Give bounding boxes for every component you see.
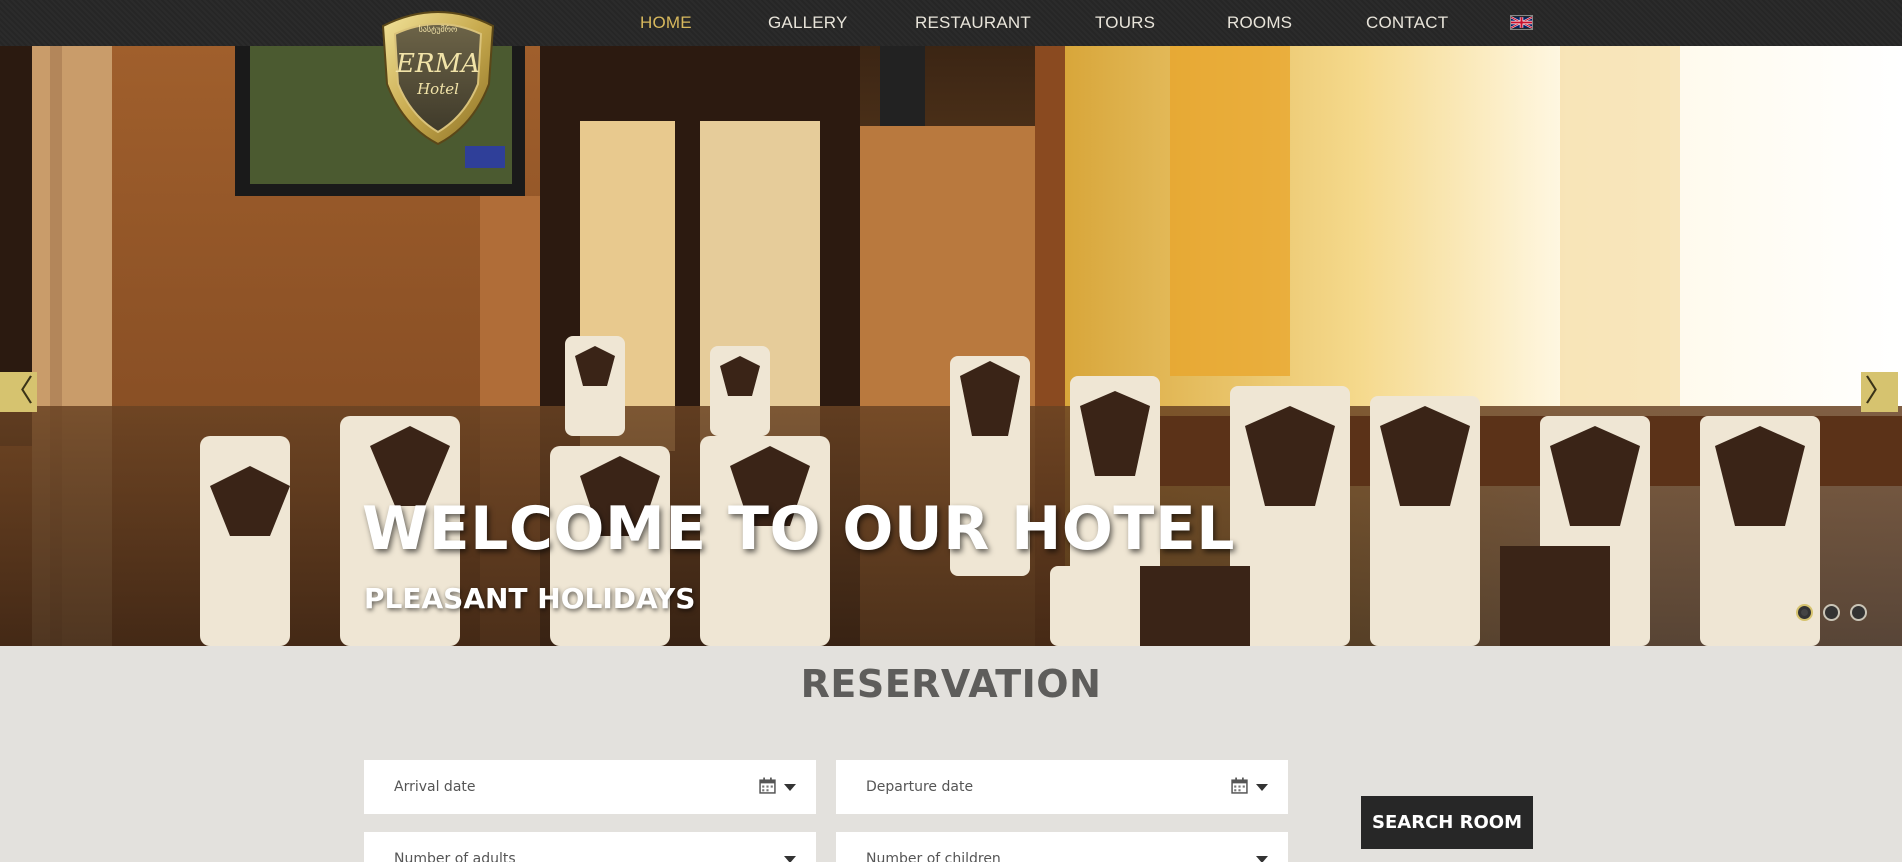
chevron-down-icon[interactable] <box>1256 784 1268 791</box>
departure-date-placeholder: Departure date <box>866 779 974 795</box>
slider-dot-1[interactable] <box>1796 604 1813 621</box>
calendar-icon[interactable] <box>1231 777 1248 794</box>
hero-title: WELCOME TO OUR HOTEL <box>362 494 1236 564</box>
chevron-down-icon[interactable] <box>784 784 796 791</box>
slider-prev-arrow[interactable]: 〈 <box>0 372 37 412</box>
calendar-icon[interactable] <box>759 777 776 794</box>
hero-subtitle: PLEASANT HOLIDAYS <box>364 582 696 615</box>
nav-item-tours[interactable]: TOURS <box>1095 13 1155 33</box>
adults-select[interactable]: Number of adults <box>364 832 816 862</box>
adults-placeholder: Number of adults <box>394 851 516 862</box>
slider-pagination <box>1796 604 1867 621</box>
reservation-title: RESERVATION <box>800 662 1102 706</box>
hero-slider: WELCOME TO OUR HOTEL PLEASANT HOLIDAYS 〈… <box>0 46 1902 646</box>
hotel-logo[interactable]: სასტუმრო ERMA Hotel <box>373 4 503 146</box>
logo-top-text: სასტუმრო <box>419 24 458 34</box>
logo-brand: ERMA <box>395 49 480 79</box>
slider-next-arrow[interactable]: 〉 <box>1861 372 1898 412</box>
arrival-date-placeholder: Arrival date <box>394 779 476 795</box>
logo-sub: Hotel <box>416 80 459 98</box>
slider-dot-3[interactable] <box>1850 604 1867 621</box>
children-select[interactable]: Number of children <box>836 832 1288 862</box>
departure-date-field[interactable]: Departure date <box>836 760 1288 814</box>
nav-item-contact[interactable]: CONTACT <box>1366 13 1448 33</box>
nav-item-restaurant[interactable]: RESTAURANT <box>915 13 1031 33</box>
slider-dot-2[interactable] <box>1823 604 1840 621</box>
children-placeholder: Number of children <box>866 851 1001 862</box>
nav-item-home[interactable]: HOME <box>640 13 692 33</box>
nav-item-rooms[interactable]: ROOMS <box>1227 13 1292 33</box>
search-room-button[interactable]: SEARCH ROOM <box>1361 796 1533 849</box>
top-navigation-bar: HOME GALLERY RESTAURANT TOURS ROOMS CONT… <box>0 0 1902 46</box>
arrival-date-field[interactable]: Arrival date <box>364 760 816 814</box>
uk-flag-icon[interactable] <box>1510 15 1533 30</box>
nav-item-gallery[interactable]: GALLERY <box>768 13 848 33</box>
chevron-down-icon[interactable] <box>784 856 796 862</box>
chevron-down-icon[interactable] <box>1256 856 1268 862</box>
